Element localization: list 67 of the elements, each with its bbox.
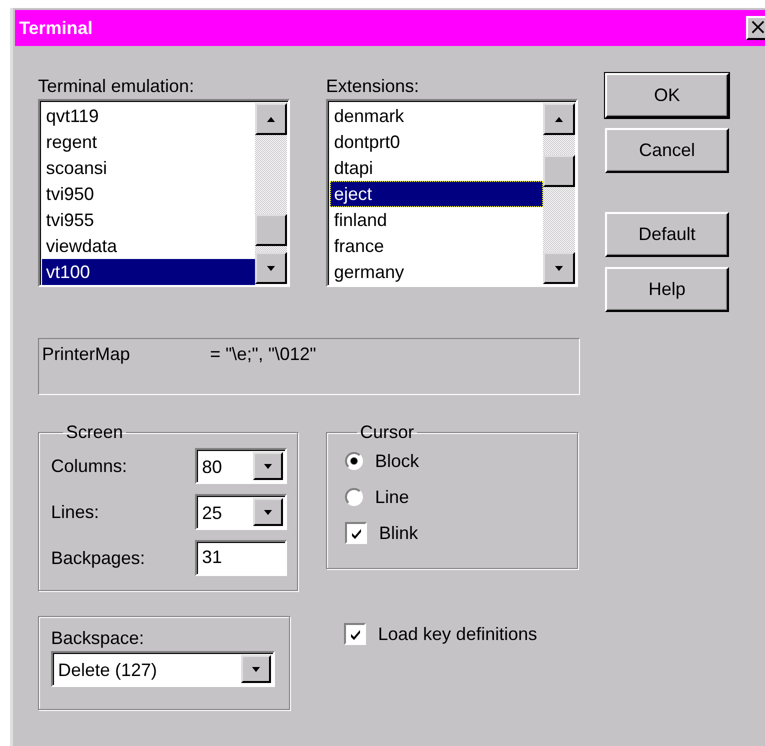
list-item[interactable]: dontprt0	[330, 129, 543, 155]
list-item[interactable]: scoansi	[42, 155, 255, 181]
option-label: Line	[375, 486, 410, 508]
dialog-button[interactable]: Cancel	[605, 128, 729, 173]
scrollbar[interactable]	[543, 103, 575, 284]
list-item[interactable]: eject	[330, 181, 543, 207]
dropdown[interactable]: 80	[195, 448, 287, 484]
scroll-thumb[interactable]	[255, 214, 287, 246]
list-label: Extensions:	[326, 75, 420, 98]
list-box[interactable]: denmark dontprt0 dtapi eject finland france germany	[326, 99, 578, 287]
list-item[interactable]: tvi955	[42, 207, 255, 233]
check-mark-icon	[348, 628, 362, 640]
dropdown-button[interactable]	[253, 452, 283, 480]
option-label: Blink	[379, 522, 418, 544]
input-field[interactable]: 31	[195, 540, 287, 576]
window-title: Terminal	[19, 18, 93, 38]
list-box[interactable]: qvt119 regent scoansi tvi950 tvi955 viewdata vt100	[38, 99, 290, 287]
down-arrow-icon	[263, 508, 273, 516]
field-label: Backspace:	[51, 627, 146, 650]
list-item[interactable]: france	[330, 233, 543, 259]
list-label: Terminal emulation:	[38, 75, 196, 98]
scroll-thumb[interactable]	[543, 155, 575, 187]
dropdown-value: 80	[201, 456, 224, 479]
scroll-down-button[interactable]	[255, 252, 287, 284]
list-item[interactable]: denmark	[330, 103, 543, 129]
scroll-up-button[interactable]	[255, 103, 287, 135]
up-arrow-icon	[554, 116, 564, 122]
field-label: Lines:	[51, 502, 100, 522]
list-item[interactable]: germany	[330, 259, 543, 285]
scroll-up-button[interactable]	[543, 103, 575, 135]
list-item[interactable]: viewdata	[42, 233, 255, 259]
list-item[interactable]: finland	[330, 207, 543, 233]
list-item[interactable]: tvi950	[42, 181, 255, 207]
list-item[interactable]: regent	[42, 129, 255, 155]
list-item[interactable]: qvt119	[42, 103, 255, 129]
dropdown-value: 25	[201, 502, 224, 525]
dropdown[interactable]: 25	[195, 494, 287, 530]
group-title: Cursor	[359, 421, 416, 443]
dialog-button[interactable]: Default	[605, 212, 729, 257]
up-arrow-icon	[266, 116, 276, 122]
option-label: Block	[375, 450, 420, 472]
dropdown[interactable]: Delete (127)	[51, 651, 275, 687]
option-label: Load key definitions	[378, 624, 538, 644]
dropdown-button[interactable]	[253, 498, 283, 526]
down-arrow-icon	[251, 666, 261, 672]
setting-name: PrinterMap	[42, 343, 132, 366]
field-label: Columns:	[51, 456, 128, 476]
group-title: Screen	[65, 421, 124, 443]
scroll-down-button[interactable]	[543, 252, 575, 284]
dialog-button[interactable]: OK	[605, 73, 729, 118]
check-mark-icon	[350, 526, 362, 540]
list-item[interactable]: vt100	[42, 259, 255, 285]
down-arrow-icon	[266, 264, 276, 272]
down-arrow-icon	[263, 462, 273, 470]
radio-button[interactable]	[345, 452, 363, 470]
setting-value: = "\e;", "\012"	[210, 343, 316, 366]
down-arrow-icon	[554, 264, 564, 272]
scrollbar[interactable]	[255, 103, 287, 284]
checkbox[interactable]	[345, 522, 367, 544]
dropdown-value: Delete (127)	[57, 659, 158, 682]
list-item[interactable]: dtapi	[330, 155, 543, 181]
dialog-button[interactable]: Help	[605, 267, 729, 312]
close-button[interactable]: ×	[746, 16, 765, 40]
checkbox[interactable]	[344, 623, 366, 645]
radio-button[interactable]	[345, 488, 363, 506]
dropdown-button[interactable]	[241, 655, 271, 683]
field-label: Backpages:	[51, 548, 146, 568]
